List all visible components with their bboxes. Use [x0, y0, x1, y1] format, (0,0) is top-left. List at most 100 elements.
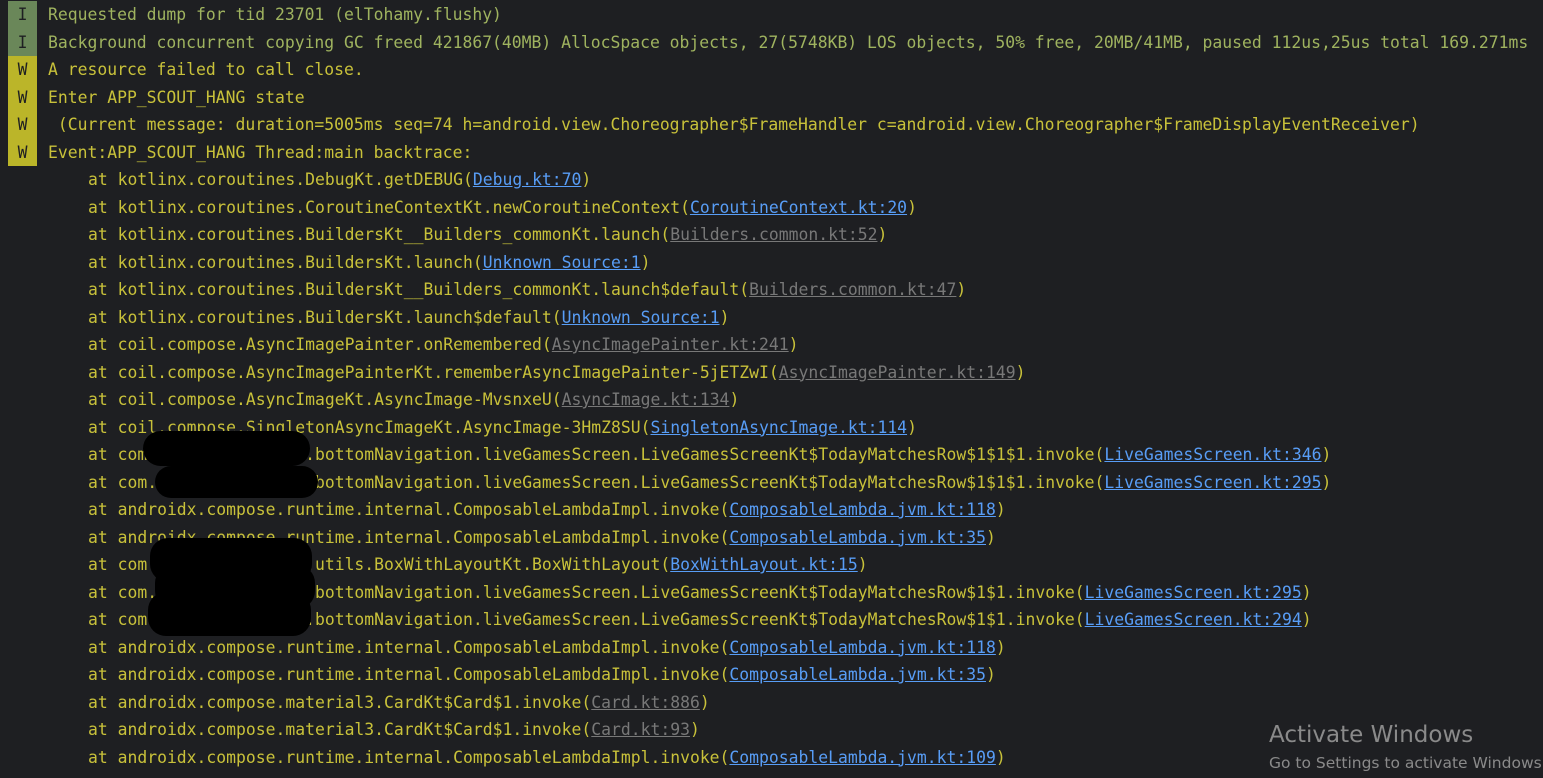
redaction-mark: [143, 431, 310, 466]
stack-frame-row: at com.elTohamy.flushy.bottomNavigation.…: [0, 592, 1543, 636]
source-link[interactable]: AsyncImage.kt:134: [562, 390, 730, 409]
source-link[interactable]: BoxWithLayout.kt:15: [670, 555, 858, 574]
stack-frame-row: at kotlinx.coroutines.BuildersKt__Builde…: [0, 221, 1543, 249]
source-link[interactable]: LiveGamesScreen.kt:294: [1085, 610, 1302, 629]
stack-frame: at kotlinx.coroutines.BuildersKt.launch(…: [88, 249, 651, 277]
stack-frame-row: at kotlinx.coroutines.CoroutineContextKt…: [0, 194, 1543, 222]
stack-frame-row: at coil.compose.AsyncImagePainter.onReme…: [0, 331, 1543, 359]
stack-frame: at coil.compose.AsyncImagePainter.onReme…: [88, 331, 799, 359]
source-link[interactable]: Unknown Source:1: [562, 308, 720, 327]
stack-frame: at coil.compose.AsyncImageKt.AsyncImage-…: [88, 386, 739, 414]
source-link[interactable]: ComposableLambda.jvm.kt:109: [729, 748, 995, 767]
log-entry[interactable]: W (Current message: duration=5005ms seq=…: [0, 111, 1543, 139]
stack-frame-row: at kotlinx.coroutines.BuildersKt.launch$…: [0, 304, 1543, 332]
stack-frame-row: at kotlinx.coroutines.BuildersKt.launch(…: [0, 249, 1543, 277]
stack-frame-row: at androidx.compose.runtime.internal.Com…: [0, 634, 1543, 662]
stack-frame: at androidx.compose.material3.CardKt$Car…: [88, 689, 710, 717]
frame-close-paren: ): [689, 720, 700, 739]
source-link[interactable]: ComposableLambda.jvm.kt:118: [729, 638, 995, 657]
stack-frame: at androidx.compose.runtime.internal.Com…: [88, 744, 1006, 772]
source-link[interactable]: ComposableLambda.jvm.kt:35: [729, 665, 986, 684]
frame-close-paren: ): [719, 307, 730, 327]
frame-close-paren: ): [1301, 610, 1312, 629]
frame-method: at kotlinx.coroutines.DebugKt.getDEBUG(: [88, 170, 473, 189]
source-link[interactable]: Debug.kt:70: [473, 170, 582, 189]
frame-method: at kotlinx.coroutines.BuildersKt__Builde…: [88, 280, 750, 299]
stack-frame-row: at coil.compose.AsyncImagePainterKt.reme…: [0, 359, 1543, 387]
frame-close-paren: ): [1301, 582, 1312, 602]
warn-level-badge: W: [8, 56, 37, 84]
frame-close-paren: ): [995, 747, 1006, 767]
source-link[interactable]: Card.kt:93: [591, 720, 690, 739]
frame-close-paren: ): [1321, 472, 1332, 492]
frame-close-paren: ): [956, 280, 967, 299]
redaction-mark: [155, 465, 318, 498]
frame-method: at kotlinx.coroutines.CoroutineContextKt…: [88, 197, 690, 217]
stack-frame-row: at com.elTohamy.flushy.bottomNavigation.…: [0, 431, 1543, 469]
info-level-badge: I: [8, 1, 37, 29]
stack-frame: at androidx.compose.material3.CardKt$Car…: [88, 716, 700, 744]
log-entry[interactable]: W A resource failed to call close.: [0, 56, 1543, 84]
source-link[interactable]: CoroutineContext.kt:20: [690, 198, 907, 217]
frame-method: at coil.compose.AsyncImagePainter.onReme…: [88, 335, 552, 354]
warn-level-badge: W: [8, 138, 37, 166]
logcat-output: I Requested dump for tid 23701 (elTohamy.…: [0, 1, 1543, 771]
warn-level-badge: W: [8, 83, 37, 111]
source-link[interactable]: LiveGamesScreen.kt:346: [1104, 445, 1321, 464]
frame-close-paren: ): [729, 390, 740, 409]
windows-activation-watermark: Activate Windows Go to Settings to activ…: [1269, 718, 1543, 774]
frame-close-paren: ): [699, 692, 710, 712]
stack-frame: at androidx.compose.runtime.internal.Com…: [88, 661, 996, 689]
frame-close-paren: ): [986, 665, 996, 684]
source-link[interactable]: Builders.common.kt:47: [749, 280, 956, 299]
frame-method: at androidx.compose.runtime.internal.Com…: [88, 665, 730, 684]
source-link[interactable]: Builders.common.kt:52: [670, 225, 877, 244]
stack-frame-row: at com.elTohamy.flushy.bottomNavigation.…: [0, 465, 1543, 498]
log-message: Enter APP_SCOUT_HANG state: [48, 87, 305, 107]
source-link[interactable]: ComposableLambda.jvm.kt:118: [729, 500, 995, 519]
stack-frame-row: at coil.compose.AsyncImageKt.AsyncImage-…: [0, 386, 1543, 414]
frame-close-paren: ): [995, 500, 1006, 519]
frame-close-paren: ): [788, 335, 799, 354]
source-link[interactable]: Unknown Source:1: [483, 253, 641, 272]
stack-frame: at androidx.compose.runtime.internal.Com…: [88, 496, 1006, 524]
frame-close-paren: ): [640, 252, 651, 272]
info-level-badge: I: [8, 28, 37, 56]
watermark-subtitle: Go to Settings to activate Windows.: [1269, 754, 1543, 772]
log-message: Event:APP_SCOUT_HANG Thread:main backtra…: [48, 142, 473, 162]
frame-close-paren: ): [877, 225, 888, 244]
source-link[interactable]: LiveGamesScreen.kt:295: [1085, 583, 1302, 602]
stack-frame-row: at kotlinx.coroutines.DebugKt.getDEBUG(D…: [0, 166, 1543, 194]
stack-frame-row: at androidx.compose.material3.CardKt$Car…: [0, 689, 1543, 717]
stack-frame: at kotlinx.coroutines.BuildersKt__Builde…: [88, 221, 887, 249]
source-link[interactable]: Card.kt:886: [591, 693, 700, 712]
frame-close-paren: ): [1321, 445, 1332, 464]
stack-frame: at androidx.compose.runtime.internal.Com…: [88, 634, 1006, 662]
stack-frame: at kotlinx.coroutines.BuildersKt.launch$…: [88, 304, 729, 332]
log-entry[interactable]: W Enter APP_SCOUT_HANG state: [0, 83, 1543, 111]
stack-frame: at kotlinx.coroutines.CoroutineContextKt…: [88, 194, 917, 222]
log-message: (Current message: duration=5005ms seq=74…: [48, 115, 1420, 134]
frame-method: at androidx.compose.material3.CardKt$Car…: [88, 720, 592, 739]
frame-method: at androidx.compose.material3.CardKt$Car…: [88, 692, 592, 712]
frame-close-paren: ): [857, 555, 868, 574]
stack-frame-row: at androidx.compose.runtime.internal.Com…: [0, 496, 1543, 524]
frame-method: at coil.compose.AsyncImagePainterKt.reme…: [88, 362, 779, 382]
source-link[interactable]: AsyncImagePainter.kt:149: [779, 363, 1016, 382]
stack-frame: at coil.compose.AsyncImagePainterKt.reme…: [88, 359, 1025, 387]
frame-method: at kotlinx.coroutines.BuildersKt.launch(: [88, 252, 483, 272]
source-link[interactable]: AsyncImagePainter.kt:241: [552, 335, 789, 354]
source-link[interactable]: SingletonAsyncImage.kt:114: [650, 418, 907, 437]
source-link[interactable]: ComposableLambda.jvm.kt:35: [729, 528, 986, 547]
frame-close-paren: ): [907, 417, 917, 437]
source-link[interactable]: LiveGamesScreen.kt:295: [1104, 473, 1321, 492]
log-entry[interactable]: W Event:APP_SCOUT_HANG Thread:main backtr…: [0, 138, 1543, 166]
warn-level-badge: W: [8, 111, 37, 139]
log-message: A resource failed to call close.: [48, 60, 364, 79]
log-entry[interactable]: I Background concurrent copying GC freed …: [0, 28, 1543, 56]
stack-frame-row: at androidx.compose.runtime.internal.Com…: [0, 661, 1543, 689]
frame-method: at kotlinx.coroutines.BuildersKt__Builde…: [88, 225, 671, 244]
frame-method: at androidx.compose.runtime.internal.Com…: [88, 500, 730, 519]
log-message: Requested dump for tid 23701 (elTohamy.f…: [48, 5, 502, 24]
log-entry[interactable]: I Requested dump for tid 23701 (elTohamy.…: [0, 1, 1543, 29]
